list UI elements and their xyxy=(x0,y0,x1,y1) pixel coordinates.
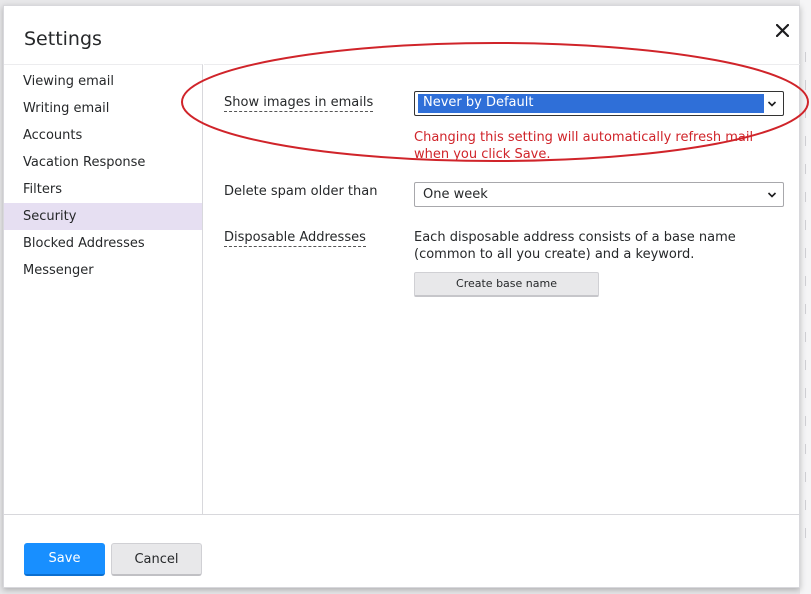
sidebar-item-accounts[interactable]: Accounts xyxy=(4,122,202,149)
show-images-label: Show images in emails xyxy=(224,95,374,112)
show-images-value: Never by Default xyxy=(423,95,534,110)
chevron-down-icon xyxy=(767,192,777,198)
create-base-name-button[interactable]: Create base name xyxy=(414,272,599,297)
close-button[interactable] xyxy=(770,18,794,42)
security-settings-panel: Show images in emails Never by Default C… xyxy=(204,64,800,514)
dialog-footer: Save Cancel xyxy=(4,514,801,589)
settings-sidebar: Viewing email Writing email Accounts Vac… xyxy=(4,64,203,514)
sidebar-item-messenger[interactable]: Messenger xyxy=(4,257,202,284)
dialog-title: Settings xyxy=(24,28,102,50)
show-images-select[interactable]: Never by Default xyxy=(414,91,784,116)
sidebar-item-security[interactable]: Security xyxy=(4,203,202,230)
sidebar-item-vacation-response[interactable]: Vacation Response xyxy=(4,149,202,176)
close-icon xyxy=(775,23,789,37)
sidebar-item-writing-email[interactable]: Writing email xyxy=(4,95,202,122)
delete-spam-value: One week xyxy=(423,187,488,202)
delete-spam-label: Delete spam older than xyxy=(224,184,378,199)
disposable-description: Each disposable address consists of a ba… xyxy=(414,230,736,262)
save-button[interactable]: Save xyxy=(24,543,105,576)
disposable-addresses-label: Disposable Addresses xyxy=(224,230,366,247)
sidebar-item-viewing-email[interactable]: Viewing email xyxy=(4,68,202,95)
background-list-edge xyxy=(800,0,811,594)
sidebar-item-blocked-addresses[interactable]: Blocked Addresses xyxy=(4,230,202,257)
settings-dialog: Settings Viewing email Writing email Acc… xyxy=(3,5,801,589)
delete-spam-select[interactable]: One week xyxy=(414,182,784,207)
refresh-warning: Changing this setting will automatically… xyxy=(414,130,754,162)
sidebar-item-filters[interactable]: Filters xyxy=(4,176,202,203)
cancel-button[interactable]: Cancel xyxy=(111,543,202,576)
chevron-down-icon xyxy=(767,101,777,107)
